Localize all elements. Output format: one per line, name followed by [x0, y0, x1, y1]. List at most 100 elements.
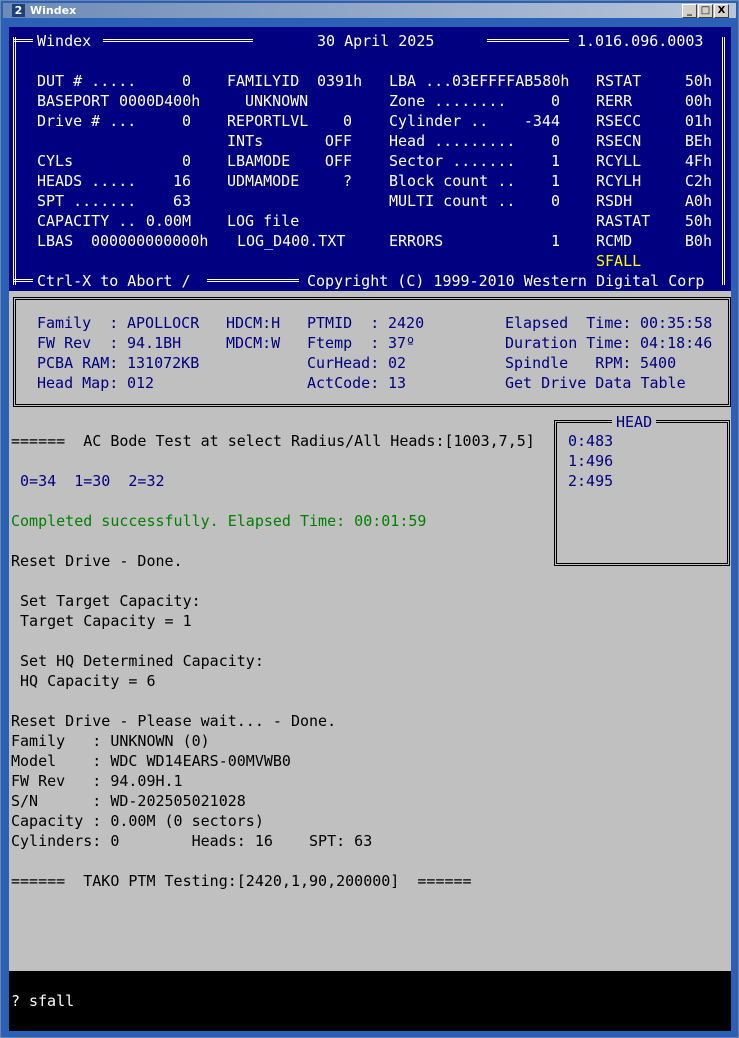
head-panel: HEAD 0:483 1:496 2:495 [554, 412, 730, 566]
header-border-bottom [207, 279, 299, 282]
header-field-value: 0 [550, 92, 560, 110]
header-field-label: REPORTLVL [227, 112, 309, 130]
duration-time-label: Duration Time: [505, 334, 632, 352]
close-button[interactable]: X [714, 4, 729, 18]
header-field-label: Cylinder .. [389, 112, 489, 130]
app-window: 2 Windex _ □ X Windex 30 April 2025 1.01… [0, 0, 739, 1038]
ptmid-value: 2420 [388, 314, 425, 332]
header-field-label: Sector ....... [389, 152, 516, 170]
header-field-value: 0.00M [145, 212, 191, 230]
sfall-indicator: SFALL [596, 252, 642, 270]
header-field-label: CAPACITY .. [37, 212, 137, 230]
log-line: 0=34 1=30 2=32 [11, 472, 165, 490]
header-date: 30 April 2025 [317, 32, 435, 50]
abort-hint: Ctrl-X to Abort / [37, 272, 191, 290]
header-field-value: 1 [550, 232, 560, 250]
header-field-label: RCYLH [596, 172, 642, 190]
command-line[interactable]: ? sfall [9, 971, 731, 1031]
header-field-label: Head ......... [389, 132, 516, 150]
curhead-value: 02 [388, 354, 407, 372]
header-field-value: 0 [181, 72, 191, 90]
header-border-top [487, 39, 569, 42]
drive-info-panel: Family : APOLLOCR FW Rev : 94.1BH PCBA R… [13, 297, 731, 407]
header-field-label: RERR [596, 92, 633, 110]
header-app-name: Windex [37, 32, 92, 50]
header-field-value: 1 [550, 172, 560, 190]
header-field-label: LOG file [227, 212, 300, 230]
header-border-right [722, 37, 725, 285]
header-field-label: LBA ... [389, 72, 453, 90]
window-title: Windex [30, 4, 77, 17]
mdcm-status: MDCM:W [226, 334, 281, 352]
header-field-value: LOG_D400.TXT [237, 232, 346, 250]
minimize-button[interactable]: _ [682, 4, 697, 18]
duration-time-value: 04:18:46 [640, 334, 713, 352]
curhead-label: CurHead: [307, 354, 380, 372]
log-line: Reset Drive - Please wait... - Done. [11, 712, 337, 730]
ptmid-label: PTMID : [307, 314, 380, 332]
head-panel-title: HEAD [612, 412, 657, 432]
get-drive-data-table: Get Drive Data Table [505, 374, 686, 392]
status-header: Windex 30 April 2025 1.016.096.0003 DUT … [9, 27, 731, 291]
ftemp-value: 37º [388, 334, 416, 352]
pcba-ram-label: PCBA RAM: [37, 354, 119, 372]
header-field-label: Block count .. [389, 172, 516, 190]
log-line: Reset Drive - Done. [11, 552, 183, 570]
header-field-label: Drive # ... [37, 112, 137, 130]
console-area: Windex 30 April 2025 1.016.096.0003 DUT … [9, 27, 731, 1031]
header-field-label: RASTAT [596, 212, 651, 230]
header-field-value: B0h [684, 232, 712, 250]
fw-rev-value: 94.1BH [127, 334, 182, 352]
header-field-value: 50h [684, 212, 712, 230]
header-field-value: 63 [172, 192, 191, 210]
header-field-value: 0000D400h [119, 92, 201, 110]
header-field-value: 0391h [317, 72, 363, 90]
header-field-label: MULTI count .. [389, 192, 516, 210]
log-line: Model : WDC WD14EARS-00MVWB0 [11, 752, 291, 770]
header-field-value: 0 [550, 132, 560, 150]
log-line: FW Rev : 94.09H.1 [11, 772, 183, 790]
header-field-label: LBAS [37, 232, 74, 250]
header-field-label: Zone ........ [389, 92, 507, 110]
spindle-rpm-value: 5400 [640, 354, 677, 372]
header-field-value: 16 [172, 172, 191, 190]
header-field-label: RCMD [596, 232, 633, 250]
elapsed-time-value: 00:35:58 [640, 314, 713, 332]
header-field-value: 0 [342, 112, 352, 130]
header-field-value: ? [342, 172, 352, 190]
header-field-value: BEh [684, 132, 712, 150]
log-line: S/N : WD-202505021028 [11, 792, 246, 810]
title-bar[interactable]: 2 Windex _ □ X [3, 3, 736, 18]
command-input[interactable]: sfall [29, 991, 74, 1011]
header-field-value: UNKNOWN [245, 92, 309, 110]
fw-rev-label: FW Rev : [37, 334, 119, 352]
header-field-label: INTs [227, 132, 264, 150]
header-field-value: OFF [324, 132, 352, 150]
log-line: Cylinders: 0 Heads: 16 SPT: 63 [11, 832, 373, 850]
maximize-button[interactable]: □ [698, 4, 713, 18]
header-field-label: RSDH [596, 192, 633, 210]
header-field-label: CYLs [37, 152, 74, 170]
header-field-value: C2h [684, 172, 712, 190]
family-value: APOLLOCR [127, 314, 200, 332]
header-field-value: 03EFFFFAB580h [452, 72, 570, 90]
header-field-label: RSECC [596, 112, 642, 130]
log-line: Set HQ Determined Capacity: [11, 652, 264, 670]
header-field-label: RSTAT [596, 72, 642, 90]
actcode-value: 13 [388, 374, 407, 392]
header-field-value: OFF [324, 152, 352, 170]
header-field-value: 0 [181, 112, 191, 130]
log-line: ====== AC Bode Test at select Radius/All… [11, 432, 535, 450]
header-field-label: BASEPORT [37, 92, 110, 110]
ftemp-label: Ftemp : [307, 334, 380, 352]
hdcm-status: HDCM:H [226, 314, 281, 332]
log-line: HQ Capacity = 6 [11, 672, 156, 690]
header-field-label: RSECN [596, 132, 642, 150]
header-field-value: 0 [550, 192, 560, 210]
log-line: ====== TAKO PTM Testing:[2420,1,90,20000… [11, 872, 472, 890]
log-line: Target Capacity = 1 [11, 612, 192, 630]
header-field-value: 000000000000h [91, 232, 209, 250]
app-icon[interactable]: 2 [12, 4, 25, 17]
header-field-label: RCYLL [596, 152, 642, 170]
elapsed-time-label: Elapsed Time: [505, 314, 632, 332]
